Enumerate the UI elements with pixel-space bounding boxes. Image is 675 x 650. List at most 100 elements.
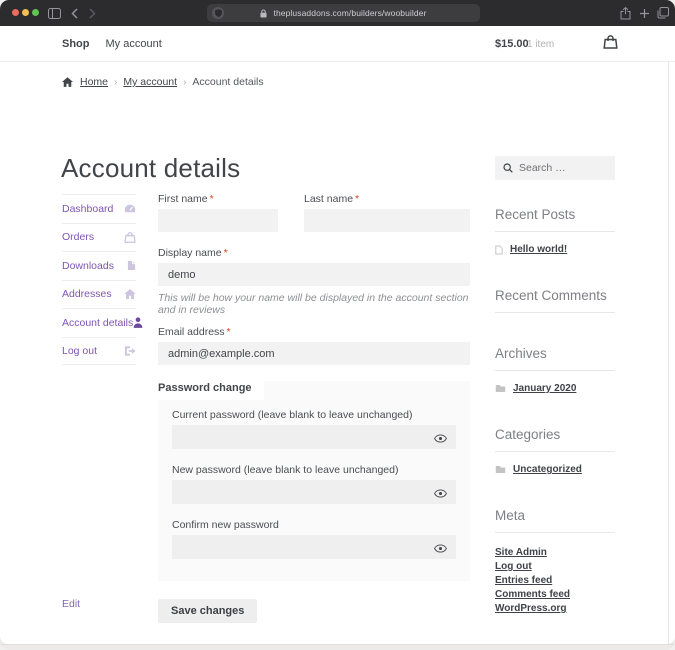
scrollbar-gutter[interactable]	[668, 26, 675, 644]
breadcrumb: Home › My account › Account details	[62, 76, 264, 88]
sidebar-item-addresses[interactable]: Addresses	[62, 280, 136, 309]
list-item: WordPress.org	[495, 603, 615, 613]
breadcrumb-my-account[interactable]: My account	[123, 76, 177, 88]
share-icon[interactable]	[617, 6, 633, 20]
nav-link-shop[interactable]: Shop	[62, 38, 90, 50]
primary-nav: Shop My account	[62, 26, 162, 62]
archive-link[interactable]: January 2020	[513, 383, 576, 394]
widget-title: Archives	[495, 346, 615, 361]
search-icon	[503, 163, 513, 173]
password-change-legend: Password change	[158, 376, 264, 400]
file-icon	[127, 260, 136, 271]
url-text[interactable]: theplusaddons.com/builders/woobuilder	[273, 8, 426, 18]
breadcrumb-current: Account details	[192, 76, 263, 88]
new-password-field[interactable]	[172, 480, 456, 504]
password-change-fieldset: Password change Current password (leave …	[158, 381, 470, 581]
list-item: January 2020	[495, 383, 615, 394]
meta-link-wordpress-org[interactable]: WordPress.org	[495, 603, 567, 614]
widget-title: Categories	[495, 427, 615, 442]
sidebar-item-downloads[interactable]: Downloads	[62, 251, 136, 280]
list-item: Hello world!	[495, 244, 615, 255]
sidebar-toggle-icon[interactable]	[46, 6, 62, 20]
email-label: Email address*	[158, 326, 470, 338]
site-header: Shop My account $15.00 1 item	[0, 26, 675, 62]
current-password-field[interactable]	[172, 425, 456, 449]
required-mark: *	[224, 247, 228, 259]
search-input[interactable]	[519, 162, 599, 174]
address-bar[interactable]: theplusaddons.com/builders/woobuilder	[207, 4, 480, 22]
sidebar: Recent Posts Hello world! Recent Comment…	[495, 156, 615, 617]
zoom-window-button[interactable]	[32, 9, 39, 16]
list-item: Site Admin	[495, 547, 615, 557]
confirm-password-field[interactable]	[172, 535, 456, 559]
breadcrumb-separator: ›	[114, 77, 117, 88]
sign-out-icon	[124, 346, 136, 356]
breadcrumb-home[interactable]: Home	[80, 76, 108, 88]
cart-total[interactable]: $15.00	[495, 38, 529, 50]
sidebar-item-log-out[interactable]: Log out	[62, 337, 136, 366]
widget-title: Recent Posts	[495, 207, 615, 222]
account-details-form: First name* Last name* Display name* Thi…	[158, 193, 470, 623]
basket-icon	[124, 232, 136, 243]
list-item: Entries feed	[495, 575, 615, 585]
show-password-icon[interactable]	[434, 434, 447, 443]
show-password-icon[interactable]	[434, 489, 447, 498]
page-title: Account details	[61, 153, 240, 184]
widget-archives: Archives January 2020	[495, 346, 615, 394]
minimize-window-button[interactable]	[22, 9, 29, 16]
display-name-field[interactable]	[158, 263, 470, 286]
nav-link-my-account[interactable]: My account	[106, 38, 162, 50]
folder-icon	[495, 384, 506, 393]
widget-meta: Meta Site Admin Log out Entries feed Com…	[495, 508, 615, 613]
widget-recent-posts: Recent Posts Hello world!	[495, 207, 615, 255]
recent-post-link[interactable]: Hello world!	[510, 244, 567, 255]
new-password-label: New password (leave blank to leave uncha…	[172, 464, 456, 476]
save-changes-button[interactable]: Save changes	[158, 599, 257, 623]
list-item: Comments feed	[495, 589, 615, 599]
widget-categories: Categories Uncategorized	[495, 427, 615, 475]
widget-title: Meta	[495, 508, 615, 523]
widget-recent-comments: Recent Comments	[495, 288, 615, 313]
folder-icon	[495, 465, 506, 474]
sidebar-item-dashboard[interactable]: Dashboard	[62, 194, 136, 223]
new-tab-icon[interactable]	[636, 6, 652, 20]
meta-link-site-admin[interactable]: Site Admin	[495, 547, 547, 558]
home-icon	[62, 77, 73, 87]
window-controls[interactable]	[12, 9, 39, 16]
cart-item-count[interactable]: 1 item	[527, 39, 554, 50]
account-nav: Dashboard Orders Downloads Addresses	[62, 194, 136, 365]
email-field[interactable]	[158, 342, 470, 365]
first-name-label: First name*	[158, 193, 278, 205]
category-link[interactable]: Uncategorized	[513, 464, 582, 475]
browser-toolbar: theplusaddons.com/builders/woobuilder	[0, 0, 675, 26]
required-mark: *	[227, 326, 231, 338]
sidebar-item-account-details[interactable]: Account details	[62, 308, 136, 337]
confirm-password-label: Confirm new password	[172, 519, 456, 531]
page: Shop My account $15.00 1 item Home › My …	[0, 26, 675, 644]
document-icon	[495, 245, 503, 255]
search-box[interactable]	[495, 156, 615, 180]
browser-window: theplusaddons.com/builders/woobuilder Sh…	[0, 0, 675, 650]
meta-link-comments-feed[interactable]: Comments feed	[495, 589, 570, 600]
window-bottom-edge	[0, 644, 675, 650]
meta-link-log-out[interactable]: Log out	[495, 561, 532, 572]
edit-link[interactable]: Edit	[62, 598, 80, 610]
show-password-icon[interactable]	[434, 544, 447, 553]
first-name-field[interactable]	[158, 209, 278, 232]
required-mark: *	[355, 193, 359, 205]
last-name-field[interactable]	[304, 209, 470, 232]
forward-icon[interactable]	[84, 6, 100, 20]
sidebar-item-orders[interactable]: Orders	[62, 223, 136, 252]
lock-icon	[260, 9, 267, 18]
required-mark: *	[210, 193, 214, 205]
cart-icon[interactable]	[603, 35, 618, 54]
privacy-shield-icon[interactable]	[212, 7, 224, 19]
list-item: Uncategorized	[495, 464, 615, 475]
back-icon[interactable]	[66, 6, 82, 20]
breadcrumb-separator: ›	[183, 77, 186, 88]
gauge-icon	[124, 204, 136, 213]
tab-overview-icon[interactable]	[655, 6, 671, 20]
close-window-button[interactable]	[12, 9, 19, 16]
meta-link-entries-feed[interactable]: Entries feed	[495, 575, 552, 586]
last-name-label: Last name*	[304, 193, 470, 205]
